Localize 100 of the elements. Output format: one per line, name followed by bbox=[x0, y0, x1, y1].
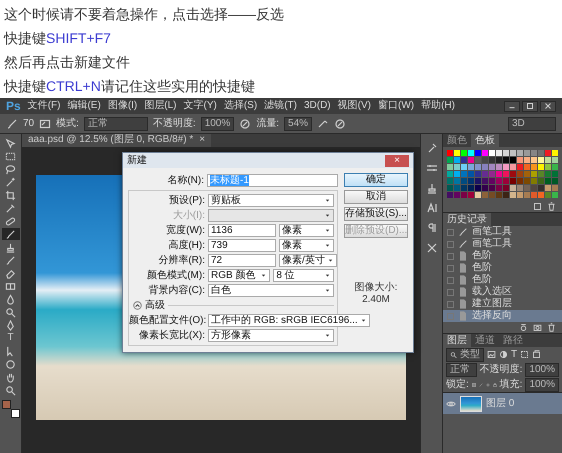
eye-icon[interactable] bbox=[446, 398, 456, 408]
color-swatch[interactable] bbox=[517, 192, 523, 198]
color-swatch[interactable] bbox=[510, 185, 516, 191]
checkerboard-icon[interactable] bbox=[472, 380, 476, 388]
color-swatch[interactable] bbox=[552, 185, 558, 191]
color-swatch[interactable] bbox=[489, 192, 495, 198]
dialog-close-button[interactable]: × bbox=[385, 154, 409, 166]
color-swatch[interactable] bbox=[517, 157, 523, 163]
magnifier-icon[interactable] bbox=[5, 306, 16, 318]
color-swatch[interactable] bbox=[454, 185, 460, 191]
color-swatch[interactable] bbox=[461, 185, 467, 191]
trash-icon[interactable] bbox=[547, 323, 556, 332]
snapshot-icon[interactable] bbox=[519, 323, 528, 332]
color-swatch[interactable] bbox=[531, 157, 537, 163]
color-swatch[interactable] bbox=[552, 164, 558, 170]
panel-tab[interactable]: 通道 bbox=[471, 334, 499, 347]
color-swatch[interactable] bbox=[510, 150, 516, 156]
dropdown[interactable]: 像素/英寸 bbox=[279, 254, 337, 267]
stamp-icon[interactable] bbox=[5, 242, 16, 252]
menu-item[interactable]: 滤镜(T) bbox=[264, 100, 297, 112]
color-swatch[interactable] bbox=[496, 164, 502, 170]
color-swatch[interactable] bbox=[531, 178, 537, 184]
panel-tab[interactable]: 历史记录 bbox=[443, 213, 491, 226]
color-swatch[interactable] bbox=[454, 171, 460, 177]
color-swatch[interactable] bbox=[482, 157, 488, 163]
history-item[interactable]: 画笔工具 bbox=[443, 226, 562, 238]
history-item[interactable]: 建立图层 bbox=[443, 298, 562, 310]
color-swatch[interactable] bbox=[524, 150, 530, 156]
brush-icon[interactable] bbox=[6, 118, 18, 130]
document-tab[interactable]: aaa.psd @ 12.5% (图层 0, RGB/8#) * × bbox=[22, 134, 212, 147]
color-swatch[interactable] bbox=[552, 157, 558, 163]
color-swatch[interactable] bbox=[468, 150, 474, 156]
number-field[interactable]: 739 bbox=[208, 239, 276, 252]
trash-icon[interactable] bbox=[547, 202, 556, 211]
layer-row[interactable]: 图层 0 bbox=[443, 392, 562, 414]
color-swatch[interactable] bbox=[552, 150, 558, 156]
color-swatch[interactable] bbox=[538, 157, 544, 163]
checkbox[interactable] bbox=[447, 276, 454, 284]
color-swatch[interactable] bbox=[524, 185, 530, 191]
paragraph-icon[interactable] bbox=[426, 222, 438, 234]
color-swatch[interactable] bbox=[489, 157, 495, 163]
color-swatch[interactable] bbox=[510, 192, 516, 198]
color-swatch[interactable] bbox=[538, 150, 544, 156]
maximize-icon[interactable] bbox=[525, 101, 535, 111]
color-swatch[interactable] bbox=[524, 164, 530, 170]
history-item[interactable]: 载入选区 bbox=[443, 286, 562, 298]
type-tool[interactable]: T bbox=[7, 332, 14, 344]
menu-item[interactable]: 3D(D) bbox=[304, 100, 331, 112]
color-swatch[interactable] bbox=[468, 164, 474, 170]
shape-icon[interactable] bbox=[5, 358, 16, 370]
history-item[interactable]: 画笔工具 bbox=[443, 238, 562, 250]
color-swatch[interactable] bbox=[482, 171, 488, 177]
dialog-button[interactable]: 取消 bbox=[344, 190, 408, 204]
move-icon[interactable] bbox=[5, 138, 16, 148]
magnifier-icon[interactable] bbox=[5, 384, 16, 396]
dropdown[interactable]: 8 位 bbox=[273, 269, 334, 282]
drop-icon[interactable] bbox=[5, 294, 16, 304]
color-swatch[interactable] bbox=[468, 178, 474, 184]
color-swatch[interactable] bbox=[454, 157, 460, 163]
color-swatch[interactable] bbox=[524, 171, 530, 177]
color-swatch[interactable] bbox=[538, 171, 544, 177]
color-swatch[interactable] bbox=[503, 171, 509, 177]
pressure-icon[interactable] bbox=[334, 118, 346, 130]
dropdown[interactable]: 像素 bbox=[279, 239, 334, 252]
type-filter[interactable]: T bbox=[511, 348, 518, 360]
color-swatch[interactable] bbox=[454, 164, 460, 170]
pressure-icon[interactable] bbox=[239, 118, 252, 130]
menu-item[interactable]: 选择(S) bbox=[224, 100, 258, 112]
stamp-icon[interactable] bbox=[426, 182, 438, 194]
color-swatch[interactable] bbox=[447, 157, 453, 163]
color-swatch[interactable] bbox=[482, 164, 488, 170]
color-swatch[interactable] bbox=[503, 150, 509, 156]
color-swatch[interactable] bbox=[496, 185, 502, 191]
color-swatch[interactable] bbox=[482, 192, 488, 198]
dropdown[interactable]: 工作中的 RGB: sRGB IEC6196... bbox=[208, 314, 370, 327]
color-swatch[interactable] bbox=[475, 171, 481, 177]
checkbox[interactable] bbox=[447, 300, 454, 308]
color-swatch[interactable] bbox=[475, 150, 481, 156]
color-swatch[interactable] bbox=[468, 192, 474, 198]
dialog-button[interactable]: 确定 bbox=[344, 173, 408, 187]
shape-icon[interactable] bbox=[520, 350, 530, 359]
new-swatch-icon[interactable] bbox=[533, 202, 542, 211]
image-icon[interactable] bbox=[487, 350, 496, 359]
color-swatch[interactable] bbox=[482, 185, 488, 191]
color-swatch[interactable] bbox=[531, 164, 537, 170]
color-swatch[interactable] bbox=[517, 185, 523, 191]
brush-icon[interactable] bbox=[5, 228, 16, 240]
dropdown[interactable]: 像素 bbox=[279, 224, 334, 237]
eyedropper-icon[interactable] bbox=[5, 202, 16, 214]
menu-item[interactable]: 文件(F) bbox=[28, 100, 60, 112]
menu-item[interactable]: 视图(V) bbox=[338, 100, 371, 112]
workspace-dropdown[interactable]: 3D bbox=[508, 116, 556, 130]
color-swatch[interactable] bbox=[475, 192, 481, 198]
color-swatch[interactable] bbox=[545, 164, 551, 170]
color-swatch[interactable] bbox=[489, 171, 495, 177]
blend-mode-dropdown[interactable]: 正常 bbox=[446, 362, 477, 376]
panel-tab[interactable]: 路径 bbox=[499, 334, 527, 347]
bandage-icon[interactable] bbox=[5, 216, 16, 226]
color-swatch[interactable] bbox=[538, 178, 544, 184]
color-swatch[interactable] bbox=[496, 171, 502, 177]
